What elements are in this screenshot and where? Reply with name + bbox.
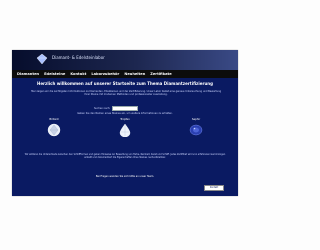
- nav-item-zertifikate[interactable]: Zertifikate: [150, 72, 171, 76]
- gem-card-saphir[interactable]: Saphir: [176, 118, 216, 141]
- page-title: Herzlich willkommen auf unserer Startsei…: [37, 81, 213, 86]
- nav-item-neuheiten[interactable]: Neuheiten: [124, 72, 145, 76]
- nav-item-edelsteine[interactable]: Edelsteine: [44, 72, 65, 76]
- nav-item-kontakt[interactable]: Kontakt: [70, 72, 86, 76]
- round-diamond-icon: [47, 123, 61, 137]
- body-text: Wir erklären die Unterschiede zwischen d…: [24, 153, 226, 160]
- gem-label: Saphir: [191, 118, 201, 121]
- pear-diamond-icon: [119, 123, 131, 137]
- contact-button[interactable]: Kontakt: [204, 185, 224, 191]
- search-input[interactable]: [112, 105, 139, 112]
- intro-text: Hier zeigen wir die wichtigsten Informat…: [30, 90, 222, 97]
- main-nav: Diamanten Edelsteine Kontakt Laborzubehö…: [12, 70, 238, 78]
- search-hint: Geben Sie den Namen eines Steines ein, u…: [77, 112, 173, 115]
- gem-label: Brillant: [49, 118, 59, 121]
- header-banner: Diamant- & Edelsteinlabor: [12, 50, 238, 70]
- page-container: Diamant- & Edelsteinlabor Diamanten Edel…: [12, 50, 238, 196]
- nav-item-diamanten[interactable]: Diamanten: [17, 72, 39, 76]
- closing-text: Bei Fragen wenden Sie sich bitte an unse…: [95, 175, 155, 178]
- gem-card-brillant[interactable]: Brillant: [34, 118, 74, 141]
- site-title: Diamant- & Edelsteinlabor: [52, 55, 105, 60]
- search-label: Suchen nach:: [94, 107, 111, 110]
- nav-item-laborzubehoer[interactable]: Laborzubehör: [91, 72, 119, 76]
- gem-card-tropfen[interactable]: Tropfen: [105, 118, 145, 141]
- search-row: Suchen nach:: [94, 105, 139, 112]
- gem-label: Tropfen: [120, 118, 130, 121]
- sapphire-icon: [189, 124, 203, 136]
- diamond-logo-icon[interactable]: [36, 53, 48, 65]
